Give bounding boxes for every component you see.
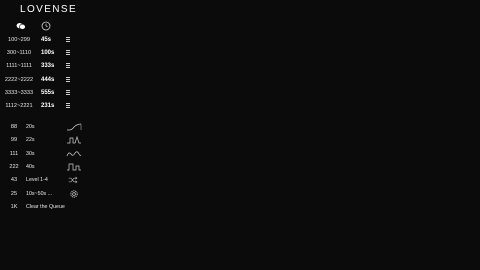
tip-level-row[interactable]: 100~299 45s [0,34,120,46]
pattern-fireworks-icon [67,163,81,171]
settings-gear-icon[interactable] [69,189,79,199]
special-command-row[interactable]: 1K Clear the Queue [0,201,120,213]
tip-range: 100~299 [8,37,30,43]
tip-duration: 555s [41,90,55,96]
command-value: 22s [26,137,35,143]
command-amount: 43 [10,177,18,183]
tip-duration: 333s [41,63,55,69]
special-command-row[interactable]: 99 22s [0,134,120,146]
command-value: Clear the Queue [26,204,65,210]
special-command-row[interactable]: 25 10s~50s ... [0,188,120,200]
command-amount: 1K [10,204,18,210]
lovense-logo: LOVENSE [20,4,78,15]
command-amount: 99 [10,137,18,143]
tip-coins-icon [16,23,26,30]
tip-range: 2222~2222 [4,77,34,83]
drag-handle-icon[interactable] [66,103,70,109]
special-command-row[interactable]: 88 20s [0,121,120,133]
tip-level-row[interactable]: 2222~2222 444s [0,74,120,86]
command-value: 10s~50s ... [26,191,53,197]
drag-handle-icon[interactable] [66,90,70,96]
command-amount: 25 [10,191,18,197]
pattern-pulse-icon [67,135,81,144]
special-command-row[interactable]: 111 30s [0,148,120,160]
tip-level-row[interactable]: 3333~3333 555s [0,87,120,99]
tip-duration: 100s [41,50,55,56]
tip-duration: 45s [41,37,52,43]
tip-range: 1112~2221 [5,103,33,109]
drag-handle-icon[interactable] [66,50,70,56]
pattern-earthquake-icon [66,151,82,157]
special-command-row[interactable]: 43 Level 1-4 [0,174,120,186]
tip-level-row[interactable]: 1112~2221 231s [0,100,120,112]
tip-range: 3333~3333 [4,90,34,96]
drag-handle-icon[interactable] [66,63,70,69]
command-value: 30s [26,151,35,157]
drag-handle-icon[interactable] [66,37,70,43]
command-value: Level 1-4 [26,177,48,183]
command-amount: 111 [9,151,19,157]
tip-range: 300~1110 [6,50,32,56]
tip-duration: 444s [41,77,55,83]
tip-range: 1111~1111 [6,63,32,69]
special-command-row[interactable]: 222 40s [0,161,120,173]
random-shuffle-icon [68,176,78,184]
command-value: 20s [26,124,35,130]
tip-level-row[interactable]: 300~1110 100s [0,47,120,59]
command-amount: 222 [9,164,19,170]
drag-handle-icon[interactable] [66,77,70,83]
timer-icon [41,21,51,31]
command-amount: 88 [10,124,18,130]
pattern-wave-icon [67,123,82,131]
tip-duration: 231s [41,103,55,109]
command-value: 40s [26,164,35,170]
tip-level-row[interactable]: 1111~1111 333s [0,60,120,72]
